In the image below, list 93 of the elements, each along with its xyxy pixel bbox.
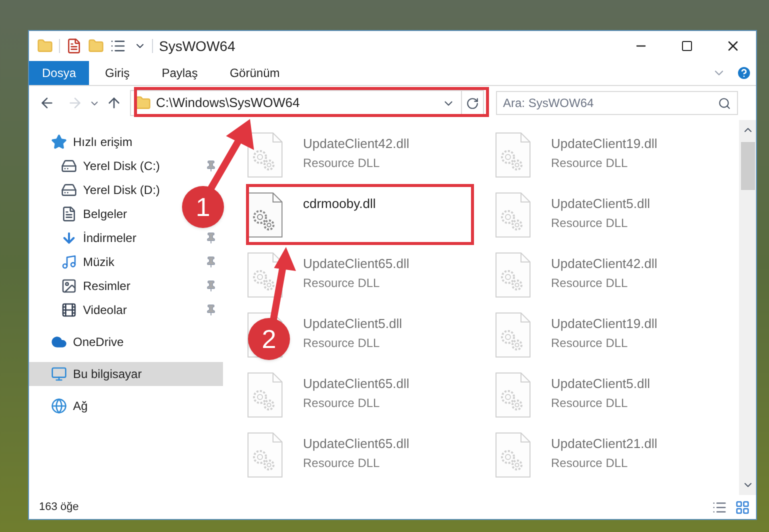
file-name: UpdateClient65.dll (303, 255, 410, 273)
file-name: UpdateClient65.dll (303, 375, 410, 393)
file-label[interactable]: UpdateClient21.dll Resource DLL (551, 432, 658, 472)
file-label[interactable]: UpdateClient42.dll Resource DLL (551, 252, 658, 292)
sidebar-item[interactable]: Bu bilgisayar (29, 362, 223, 386)
item-count: 163 öğe (39, 500, 79, 515)
view-options-icon[interactable] (110, 38, 126, 54)
sidebar-item[interactable]: Ağ (29, 394, 223, 418)
sidebar-item[interactable]: OneDrive (29, 330, 223, 354)
maximize-icon (681, 40, 693, 52)
file-label[interactable]: UpdateClient65.dll Resource DLL (303, 372, 410, 412)
ribbon-tab[interactable]: Paylaş (146, 61, 214, 85)
cloud-icon (51, 334, 67, 350)
file-type: Resource DLL (303, 154, 381, 172)
file-name: UpdateClient19.dll (551, 135, 658, 153)
help-icon[interactable] (736, 65, 752, 81)
file-name: UpdateClient5.dll (551, 195, 650, 213)
file-type: Resource DLL (303, 274, 381, 292)
picture-icon (61, 278, 77, 294)
network-icon (51, 398, 67, 414)
search-icon (718, 96, 731, 110)
file-name: UpdateClient65.dll (303, 435, 410, 453)
sidebar-item[interactable]: Müzik (61, 253, 114, 271)
scroll-thumb[interactable] (740, 142, 754, 190)
file-label[interactable]: UpdateClient5.dll Resource DLL (551, 192, 650, 232)
dll-file-icon (247, 132, 283, 178)
drive-icon (61, 158, 77, 174)
file-type: Resource DLL (551, 154, 629, 172)
file-label[interactable]: UpdateClient65.dll Resource DLL (303, 252, 410, 292)
file-name: UpdateClient42.dll (303, 135, 410, 153)
file-type: Resource DLL (551, 214, 629, 232)
sidebar-item[interactable]: Belgeler (61, 205, 128, 223)
file-type: Resource DLL (303, 394, 381, 412)
file-type: Resource DLL (551, 334, 629, 352)
file-label[interactable]: UpdateClient19.dll Resource DLL (551, 312, 658, 352)
sidebar-item[interactable]: Resimler (61, 277, 130, 295)
film-icon (61, 302, 77, 318)
dll-file-icon (247, 192, 283, 238)
file-label[interactable]: UpdateClient5.dll Resource DLL (303, 312, 402, 352)
download-icon (61, 230, 77, 246)
file-type: Resource DLL (303, 454, 381, 472)
dll-file-icon (495, 192, 531, 238)
pin-icon[interactable] (205, 160, 217, 172)
search-input[interactable]: Ara: SysWOW64 (503, 94, 718, 112)
file-name: UpdateClient19.dll (551, 315, 658, 333)
file-label[interactable]: UpdateClient19.dll Resource DLL (551, 132, 658, 172)
scrollbar[interactable] (739, 120, 756, 495)
dll-file-icon (247, 252, 283, 298)
file-type: Resource DLL (551, 274, 629, 292)
file-name: UpdateClient42.dll (551, 255, 658, 273)
dll-file-icon (495, 252, 531, 298)
address-path: C:\Windows\SysWOW64 (156, 94, 300, 112)
pin-icon[interactable] (205, 280, 217, 292)
pin-icon[interactable] (205, 304, 217, 316)
up-icon[interactable] (106, 95, 122, 111)
file-label[interactable]: UpdateClient65.dll Resource DLL (303, 432, 410, 472)
sidebar-item[interactable]: Hızlı erişim (29, 130, 223, 154)
file-name: UpdateClient5.dll (303, 315, 402, 333)
sidebar-item[interactable]: Yerel Disk (D:) (61, 181, 160, 199)
back-icon[interactable] (39, 95, 55, 111)
dll-file-icon (247, 372, 283, 418)
dll-file-icon (495, 372, 531, 418)
file-type: Resource DLL (303, 334, 381, 352)
pin-icon[interactable] (205, 256, 217, 268)
star-icon (51, 134, 67, 150)
drive-icon (61, 182, 77, 198)
pin-icon[interactable] (205, 232, 217, 244)
music-note-icon (61, 254, 77, 270)
large-icons-view-icon[interactable] (735, 500, 750, 514)
dll-file-icon (495, 432, 531, 478)
refresh-icon[interactable] (466, 96, 479, 110)
file-label[interactable]: UpdateClient5.dll Resource DLL (551, 372, 650, 412)
computer-icon (51, 366, 67, 382)
file-name: UpdateClient5.dll (551, 375, 650, 393)
ribbon-tab[interactable]: Dosya (29, 61, 90, 85)
file-type: Resource DLL (551, 394, 629, 412)
window-title: SysWOW64 (159, 36, 236, 56)
file-label[interactable]: UpdateClient42.dll Resource DLL (303, 132, 410, 172)
file-name: UpdateClient21.dll (551, 435, 658, 453)
dll-file-icon (495, 132, 531, 178)
ribbon-tab[interactable]: Görünüm (214, 61, 296, 85)
ribbon-tab[interactable]: Giriş (89, 61, 146, 85)
folder-icon (135, 95, 151, 111)
details-view-icon[interactable] (712, 500, 727, 514)
sidebar-item[interactable]: Videolar (61, 301, 127, 319)
file-type: Resource DLL (551, 454, 629, 472)
properties-icon[interactable] (66, 38, 82, 54)
document-icon (61, 206, 77, 222)
search-field[interactable]: Ara: SysWOW64 (496, 91, 738, 115)
sidebar-item[interactable]: Yerel Disk (C:) (61, 157, 160, 175)
sidebar-item[interactable]: İndirmeler (61, 229, 136, 247)
dll-file-icon (247, 432, 283, 478)
dll-file-icon (495, 312, 531, 358)
